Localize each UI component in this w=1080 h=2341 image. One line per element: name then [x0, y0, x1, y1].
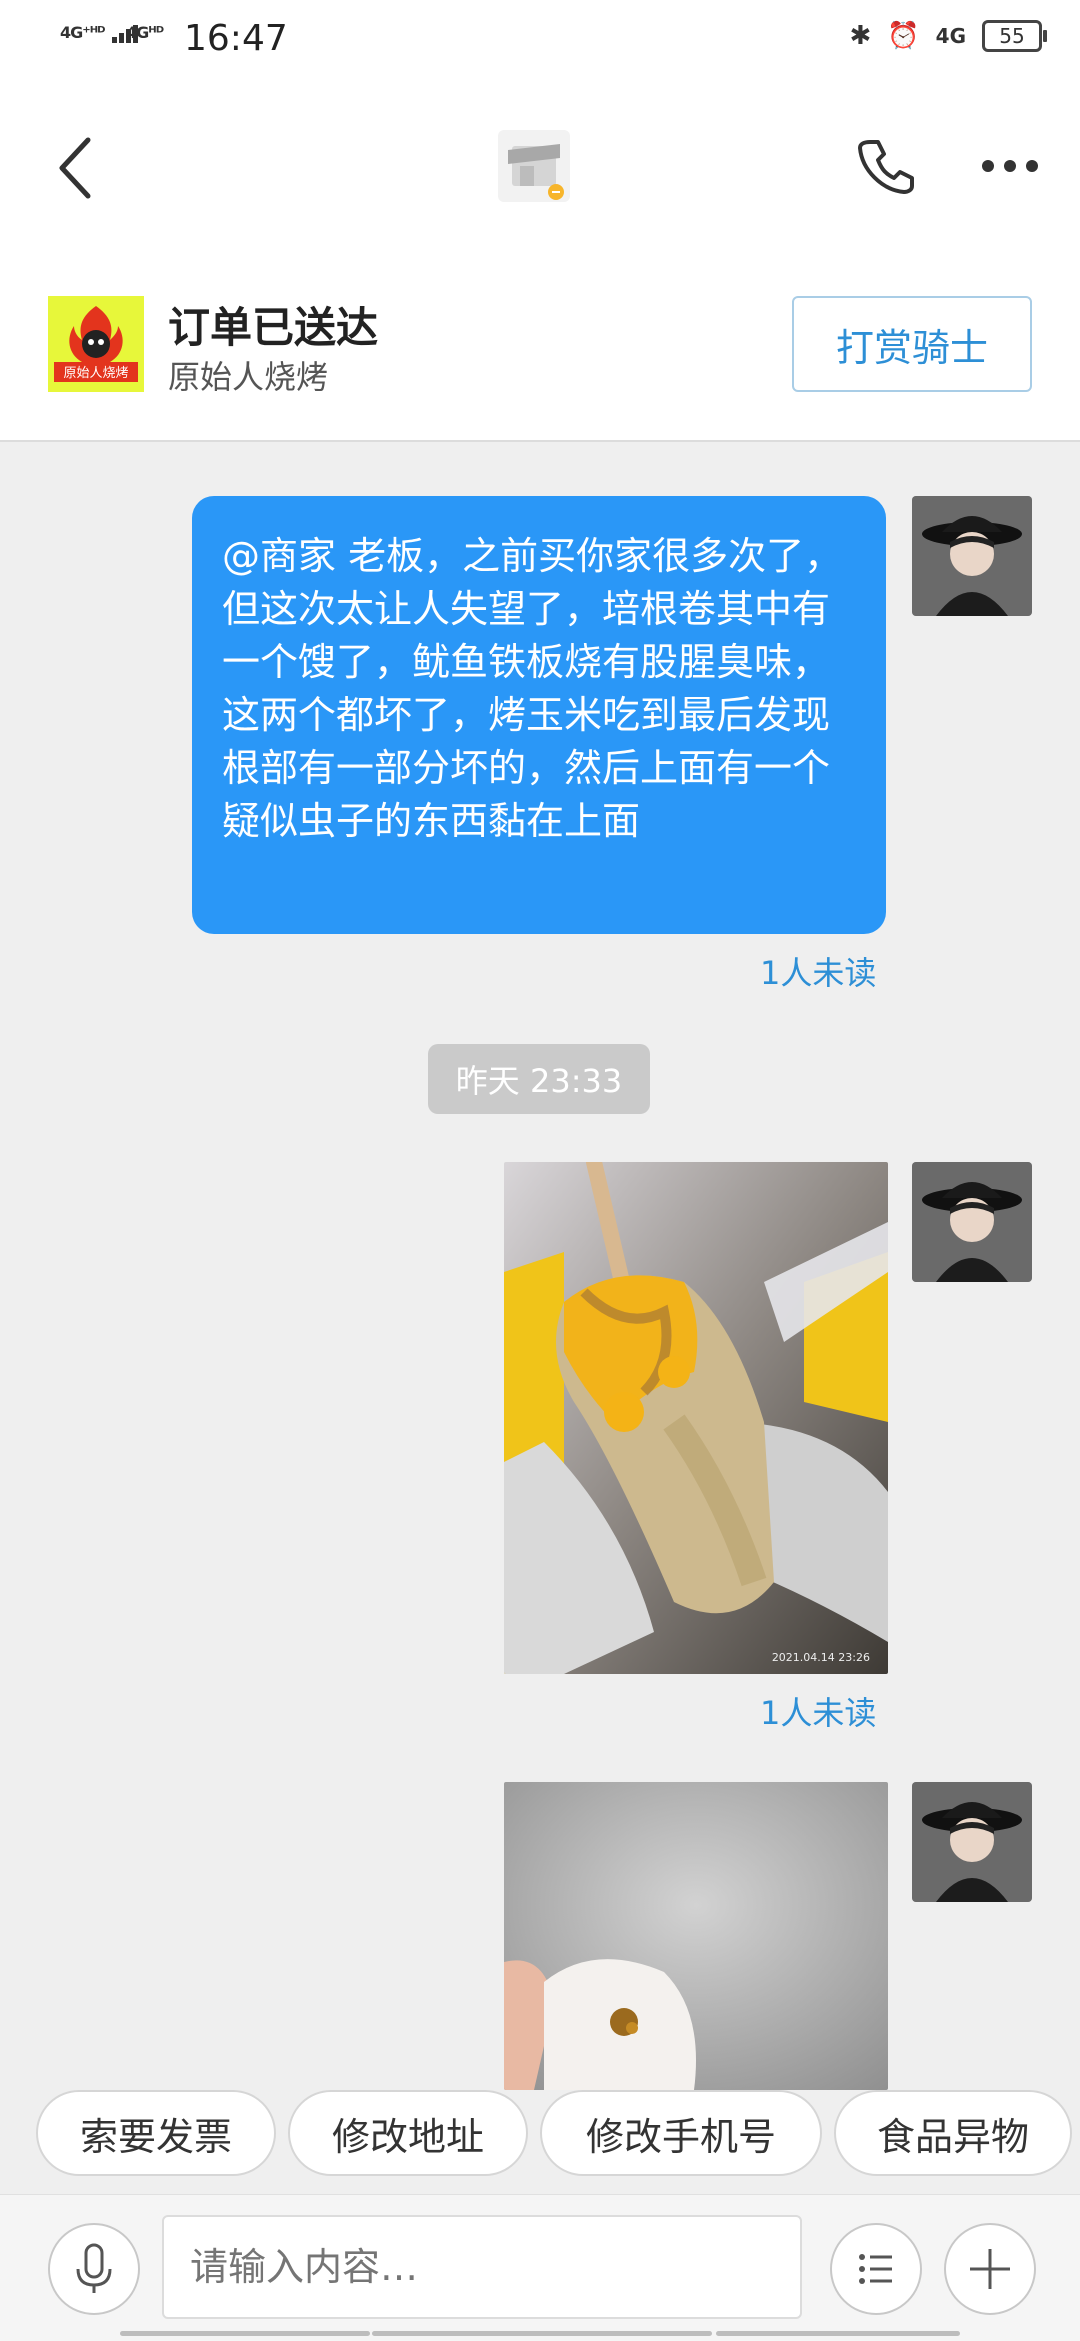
status-right-icons: ✱ ⏰ 4G 55 [849, 20, 1047, 52]
avatar[interactable] [912, 496, 1032, 616]
network-type: 4G [935, 24, 966, 48]
network-label: 4G⁺ᴴᴰ [60, 23, 106, 42]
phone-icon[interactable] [856, 136, 916, 196]
store-icon[interactable] [498, 130, 570, 202]
order-status-title: 订单已送达 [168, 303, 379, 352]
network-label-2: 4Gᴴᴰ [126, 23, 164, 42]
quick-reply-phone[interactable]: 修改手机号 [540, 2090, 822, 2176]
home-indicator [120, 2331, 370, 2336]
alarm-icon: ⏰ [887, 21, 920, 51]
signal-icon-2: 4Gᴴᴰ [126, 22, 164, 43]
list-icon[interactable] [830, 2223, 922, 2315]
photo-timestamp: 2021.04.14 23:26 [771, 1651, 870, 1664]
quick-reply-bar: 索要发票 修改地址 修改手机号 食品异物 [0, 2090, 1080, 2194]
quick-reply-foreign-object[interactable]: 食品异物 [834, 2090, 1072, 2176]
battery-icon: 55 [982, 20, 1047, 52]
shop-name: 原始人烧烤 [168, 358, 329, 396]
chat-header [0, 86, 1080, 254]
tip-rider-button[interactable]: 打赏骑士 [792, 296, 1032, 392]
status-time: 16:47 [184, 18, 288, 59]
status-bar: 4G⁺ᴴᴰ 4Gᴴᴰ 16:47 ✱ ⏰ 4G 55 [0, 0, 1080, 86]
foreign-object-photo[interactable] [504, 1782, 888, 2090]
shop-logo: 原始人烧烤 [48, 296, 144, 392]
chevron-left-icon[interactable] [56, 136, 96, 200]
message-timestamp: 昨天 23:33 [428, 1044, 650, 1114]
input-bar [0, 2194, 1080, 2341]
plus-icon[interactable] [944, 2223, 1036, 2315]
avatar[interactable] [912, 1782, 1032, 1902]
avatar[interactable] [912, 1162, 1032, 1282]
quick-reply-address[interactable]: 修改地址 [288, 2090, 528, 2176]
read-status: 1人未读 [760, 1694, 877, 1732]
home-indicator [716, 2331, 960, 2336]
message-input[interactable] [162, 2215, 802, 2319]
home-indicator [372, 2331, 712, 2336]
more-icon[interactable] [982, 160, 1038, 172]
corn-photo[interactable]: 2021.04.14 23:26 [504, 1162, 888, 1674]
message-bubble[interactable]: @商家 老板，之前买你家很多次了，但这次太让人失望了，培根卷其中有一个馊了，鱿鱼… [192, 496, 886, 934]
logo-text: 原始人烧烤 [63, 366, 128, 381]
microphone-icon[interactable] [48, 2223, 140, 2315]
order-status-bar: 原始人烧烤 订单已送达 原始人烧烤 打赏骑士 [0, 254, 1080, 442]
read-status: 1人未读 [760, 954, 877, 992]
bluetooth-icon: ✱ [849, 21, 872, 51]
battery-level: 55 [999, 24, 1025, 48]
quick-reply-invoice[interactable]: 索要发票 [36, 2090, 276, 2176]
